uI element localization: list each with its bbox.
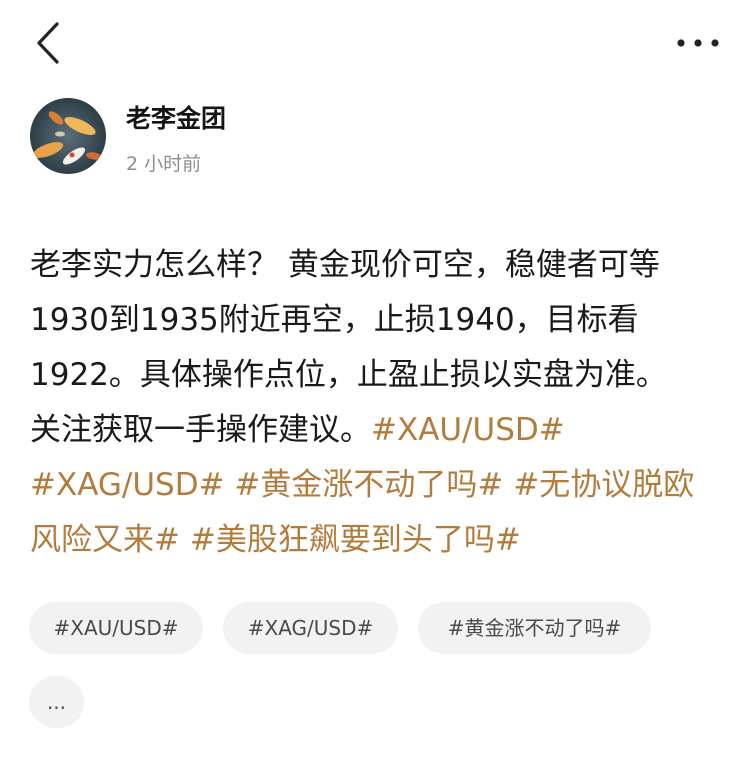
more-tags-chip[interactable]: ...: [29, 676, 84, 728]
hashtag-link[interactable]: #无协议脱欧: [513, 467, 694, 503]
post-text-line: 风险又来# #美股狂飙要到头了吗#: [30, 513, 724, 568]
koi-fish-avatar: [30, 98, 106, 174]
author-header: 老李金团 2 小时前: [30, 98, 720, 178]
hashtag-link[interactable]: 风险又来#: [30, 522, 180, 558]
post-text: 关注获取一手操作建议。: [30, 412, 371, 448]
post-text: [225, 467, 235, 503]
post-text: 1922。具体操作点位，止盈止损以实盘为准。: [30, 357, 667, 393]
post-content: 老李实力怎么样？ 黄金现价可空，稳健者可等 1930到1935附近再空，止损194…: [30, 238, 724, 568]
more-options-button[interactable]: [672, 26, 724, 60]
post-text: 1930到1935附近再空，止损1940，目标看: [30, 302, 639, 338]
post-text-line: 1930到1935附近再空，止损1940，目标看: [30, 293, 724, 348]
post-text: 老李实力怎么样？ 黄金现价可空，稳健者可等: [30, 247, 660, 283]
tag-chip[interactable]: #XAG/USD#: [223, 602, 398, 654]
more-horizontal-icon[interactable]: [672, 26, 724, 60]
post-text-line: 老李实力怎么样？ 黄金现价可空，稳健者可等: [30, 238, 724, 293]
tag-chip[interactable]: #XAU/USD#: [29, 602, 203, 654]
post-text-line: 关注获取一手操作建议。#XAU/USD#: [30, 403, 724, 458]
post-timestamp: 2 小时前: [126, 153, 202, 175]
post-text-line: #XAG/USD# #黄金涨不动了吗# #无协议脱欧: [30, 458, 724, 513]
author-avatar[interactable]: [30, 98, 106, 174]
tag-chip[interactable]: #黄金涨不动了吗#: [418, 602, 651, 654]
hashtag-link[interactable]: #美股狂飙要到头了吗#: [190, 522, 521, 558]
hashtag-link[interactable]: #XAU/USD#: [371, 412, 565, 448]
top-navigation-bar: [0, 0, 749, 90]
hashtag-link[interactable]: #黄金涨不动了吗#: [234, 467, 503, 503]
chevron-left-icon[interactable]: [26, 18, 70, 68]
hashtag-link[interactable]: #XAG/USD#: [30, 467, 225, 503]
post-text: [503, 467, 513, 503]
back-button[interactable]: [26, 18, 70, 68]
post-text-line: 1922。具体操作点位，止盈止损以实盘为准。: [30, 348, 724, 403]
post-text: [180, 522, 190, 558]
author-name[interactable]: 老李金团: [126, 99, 226, 135]
